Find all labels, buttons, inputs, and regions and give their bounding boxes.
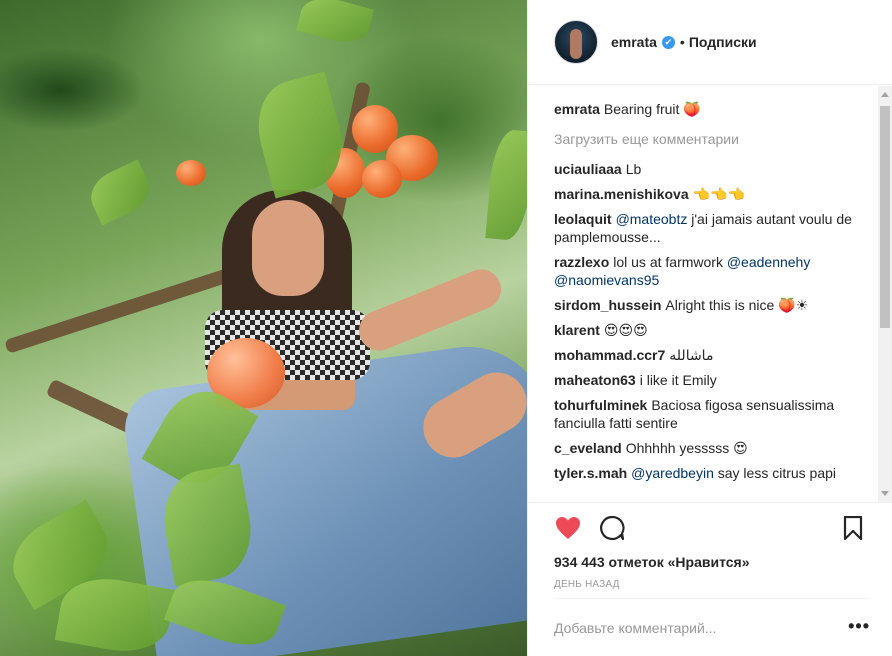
add-comment-bar: ••• xyxy=(554,598,870,656)
more-options-icon[interactable]: ••• xyxy=(848,617,870,635)
comment-item: mohammad.ccr7 ماشالله xyxy=(554,346,874,364)
scroll-down-arrow-icon[interactable] xyxy=(881,491,889,496)
header-username[interactable]: emrata xyxy=(611,34,657,50)
heart-icon[interactable] xyxy=(554,514,582,542)
comment-item: tohurfulminek Baciosa figosa sensualissim… xyxy=(554,396,874,432)
comments-list[interactable]: emrata Bearing fruit 🍑 Загрузить еще комм… xyxy=(554,100,874,502)
comment-mention[interactable]: @yaredbeyin xyxy=(631,465,714,481)
comment-text: Ohhhhh yesssss 😍 xyxy=(625,440,748,456)
comment-author[interactable]: uciauliaaa xyxy=(554,161,622,177)
comment-text: ماشالله xyxy=(669,347,714,363)
comment-author[interactable]: marina.menishikova xyxy=(554,186,689,202)
comment-text: i like it Emily xyxy=(639,372,717,388)
caption-text: Bearing fruit 🍑 xyxy=(603,101,701,117)
comment-container: uciauliaaa Lb marina.menishikova 👈👈👈 leolaqu… xyxy=(554,160,874,482)
leaf xyxy=(83,159,157,226)
comment-item: marina.menishikova 👈👈👈 xyxy=(554,185,874,203)
post-caption: emrata Bearing fruit 🍑 xyxy=(554,100,874,118)
post-side-panel: emrata ✔ • Подписки emrata Bearing fruit … xyxy=(527,0,892,656)
comment-mention[interactable]: @mateobtz xyxy=(616,211,688,227)
comment-item: tyler.s.mah @yaredbeyin say less citrus p… xyxy=(554,464,874,482)
instagram-post: emrata ✔ • Подписки emrata Bearing fruit … xyxy=(0,0,892,656)
comment-author[interactable]: razzlexo xyxy=(554,254,609,270)
comment-author[interactable]: mohammad.ccr7 xyxy=(554,347,665,363)
actions-area: 934 443 отметок «Нравится» ДЕНЬ НАЗАД xyxy=(528,502,892,590)
following-button[interactable]: Подписки xyxy=(689,34,757,50)
comment-author[interactable]: leolaquit xyxy=(554,211,612,227)
comment-text: 👈👈👈 xyxy=(692,186,745,202)
comment-text: 😍😍😍 xyxy=(603,322,648,338)
post-header: emrata ✔ • Подписки xyxy=(528,0,892,85)
comment-mention[interactable]: @naomievans95 xyxy=(554,272,659,288)
face xyxy=(252,200,324,296)
post-photo[interactable] xyxy=(0,0,527,656)
avatar[interactable] xyxy=(554,20,598,64)
comments-scrollbar[interactable] xyxy=(878,86,892,502)
scroll-up-arrow-icon[interactable] xyxy=(881,92,889,97)
comment-item: klarent 😍😍😍 xyxy=(554,321,874,339)
comment-text: Alright this is nice 🍑☀ xyxy=(665,297,809,313)
comment-item: leolaquit @mateobtz j'ai jamais autant vo… xyxy=(554,210,874,246)
leaf xyxy=(485,128,527,242)
load-more-comments-button[interactable]: Загрузить еще комментарии xyxy=(554,130,874,148)
leaf xyxy=(296,0,374,49)
comment-author[interactable]: tohurfulminek xyxy=(554,397,647,413)
orange-fruit xyxy=(176,160,206,186)
comment-author[interactable]: c_eveland xyxy=(554,440,622,456)
comment-item: maheaton63 i like it Emily xyxy=(554,371,874,389)
caption-author[interactable]: emrata xyxy=(554,101,600,117)
verified-badge-icon: ✔ xyxy=(661,35,675,49)
bookmark-icon[interactable] xyxy=(839,514,867,542)
comment-item: razzlexo lol us at farmwork @eadennehy @n… xyxy=(554,253,874,289)
orange-fruit xyxy=(362,160,402,198)
post-timestamp[interactable]: ДЕНЬ НАЗАД xyxy=(528,579,892,590)
comment-author[interactable]: tyler.s.mah xyxy=(554,465,627,481)
comment-text: Lb xyxy=(625,161,642,177)
comment-item: uciauliaaa Lb xyxy=(554,160,874,178)
add-comment-input[interactable] xyxy=(554,619,824,636)
comment-text: lol us at farmwork xyxy=(613,254,727,270)
comment-author[interactable]: sirdom_hussein xyxy=(554,297,661,313)
comment-author[interactable]: maheaton63 xyxy=(554,372,636,388)
comment-icon[interactable] xyxy=(598,514,626,542)
comment-mention[interactable]: @eadennehy xyxy=(727,254,811,270)
likes-count[interactable]: 934 443 отметок «Нравится» xyxy=(528,553,892,571)
header-separator: • xyxy=(679,34,685,50)
comment-text: say less citrus papi xyxy=(713,465,837,481)
arm xyxy=(352,263,508,357)
comment-item: c_eveland Ohhhhh yesssss 😍 xyxy=(554,439,874,457)
comment-author[interactable]: klarent xyxy=(554,322,600,338)
comment-item: sirdom_hussein Alright this is nice 🍑☀ xyxy=(554,296,874,314)
action-bar xyxy=(528,503,892,553)
scroll-thumb[interactable] xyxy=(880,106,890,328)
